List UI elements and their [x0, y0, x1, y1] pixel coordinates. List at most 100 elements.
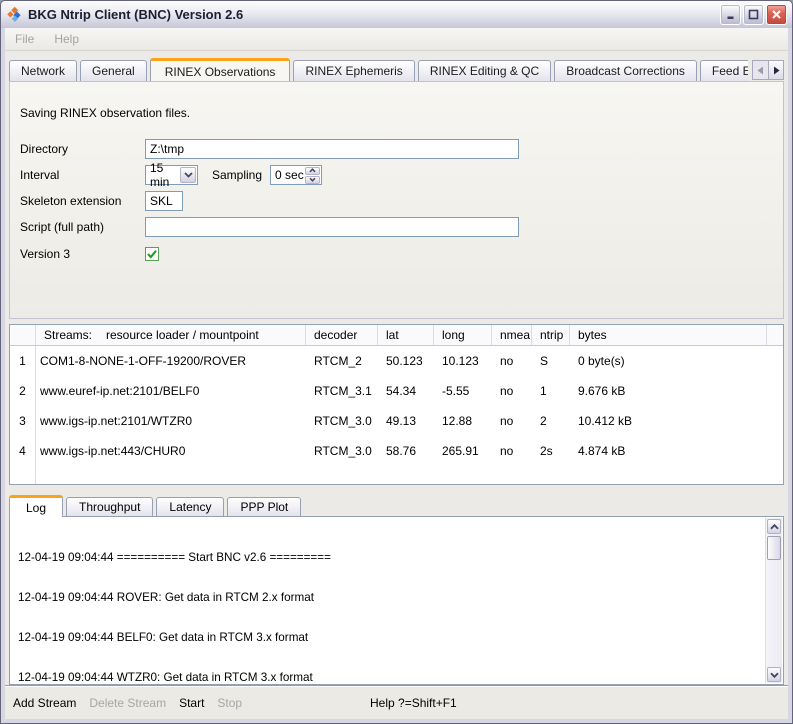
streams-table-header: Streams: resource loader / mountpoint de…	[10, 325, 783, 346]
tab-log[interactable]: Log	[9, 495, 63, 517]
cell-decoder: RTCM_3.0	[306, 436, 378, 466]
minimize-icon	[726, 10, 736, 20]
cell-ntrip: 2	[532, 406, 570, 436]
log-line: 12-04-19 09:04:44 ========== Start BNC v…	[18, 551, 757, 564]
stream-row-4[interactable]: 4 www.igs-ip.net:443/CHUR0 RTCM_3.0 58.7…	[10, 436, 783, 466]
header-mountpoint-label: resource loader / mountpoint	[106, 328, 259, 342]
scroll-down-button[interactable]	[767, 667, 781, 682]
directory-input[interactable]	[145, 139, 519, 159]
cell-long: 265.91	[434, 436, 492, 466]
add-stream-button[interactable]: Add Stream	[13, 696, 76, 710]
tab-broadcast-corrections[interactable]: Broadcast Corrections	[554, 60, 697, 81]
header-streams-label: Streams:	[44, 328, 92, 342]
cell-mountpoint: www.igs-ip.net:2101/WTZR0	[36, 406, 306, 436]
chevron-down-icon[interactable]	[180, 167, 196, 183]
sampling-value: 0 sec	[271, 168, 304, 182]
scrollbar-thumb[interactable]	[767, 536, 781, 560]
header-long: long	[434, 325, 492, 345]
tab-throughput[interactable]: Throughput	[66, 497, 153, 516]
cell-lat: 54.34	[378, 376, 434, 406]
script-path-label: Script (full path)	[20, 220, 145, 234]
close-button[interactable]	[766, 4, 787, 25]
chevron-down-icon	[770, 672, 779, 678]
cell-ntrip: 1	[532, 376, 570, 406]
tab-latency[interactable]: Latency	[156, 497, 224, 516]
stream-row-2[interactable]: 2 www.euref-ip.net:2101/BELF0 RTCM_3.1 5…	[10, 376, 783, 406]
tab-rinex-ephemeris[interactable]: RINEX Ephemeris	[293, 60, 414, 81]
title-bar[interactable]: BKG Ntrip Client (BNC) Version 2.6	[1, 1, 792, 28]
cell-bytes: 9.676 kB	[570, 376, 767, 406]
cell-long: -5.55	[434, 376, 492, 406]
cell-mountpoint: www.euref-ip.net:2101/BELF0	[36, 376, 306, 406]
cell-bytes: 10.412 kB	[570, 406, 767, 436]
spin-down-icon[interactable]	[305, 176, 320, 184]
log-tab-strip: Log Throughput Latency PPP Plot	[9, 496, 784, 516]
arrow-left-icon	[757, 66, 764, 75]
sampling-spinner[interactable]: 0 sec	[270, 165, 322, 185]
stream-row-3[interactable]: 3 www.igs-ip.net:2101/WTZR0 RTCM_3.0 49.…	[10, 406, 783, 436]
version3-label: Version 3	[20, 247, 145, 261]
maximize-icon	[748, 9, 759, 20]
cell-mountpoint: COM1-8-NONE-1-OFF-19200/ROVER	[36, 346, 306, 376]
help-shortcut-button[interactable]: Help ?=Shift+F1	[370, 696, 457, 710]
client-area: File Help Network General RINEX Observat…	[5, 28, 788, 719]
scroll-up-button[interactable]	[767, 519, 781, 534]
streams-table: Streams: resource loader / mountpoint de…	[9, 324, 784, 485]
header-lat: lat	[378, 325, 434, 345]
tab-rinex-editing-qc[interactable]: RINEX Editing & QC	[418, 60, 551, 81]
tabs-scroller: Network General RINEX Observations RINEX…	[9, 58, 748, 81]
cell-nmea: no	[492, 346, 532, 376]
tab-network[interactable]: Network	[9, 60, 77, 81]
log-line: 12-04-19 09:04:44 WTZR0: Get data in RTC…	[18, 671, 757, 684]
interval-label: Interval	[20, 168, 145, 182]
interval-select[interactable]: 15 min	[145, 165, 198, 185]
cell-mountpoint: www.igs-ip.net:443/CHUR0	[36, 436, 306, 466]
cell-lat: 58.76	[378, 436, 434, 466]
rinex-observations-pane: Saving RINEX observation files. Director…	[9, 81, 784, 319]
arrow-right-icon	[773, 66, 780, 75]
pane-description: Saving RINEX observation files.	[20, 106, 190, 120]
row-number: 2	[10, 376, 36, 406]
maximize-button[interactable]	[743, 4, 764, 25]
tab-scroll-right-button[interactable]	[768, 60, 784, 80]
minimize-button[interactable]	[720, 4, 741, 25]
skeleton-extension-input[interactable]	[145, 191, 183, 211]
version3-checkbox[interactable]	[145, 247, 159, 261]
cell-bytes: 0 byte(s)	[570, 346, 767, 376]
script-path-input[interactable]	[145, 217, 519, 237]
chevron-up-icon	[770, 524, 779, 530]
cell-nmea: no	[492, 436, 532, 466]
tab-ppp-plot[interactable]: PPP Plot	[227, 497, 301, 516]
tab-feed-engine[interactable]: Feed Engine	[700, 60, 748, 81]
app-icon	[7, 7, 23, 23]
menu-file[interactable]: File	[15, 32, 34, 46]
settings-tab-strip: Network General RINEX Observations RINEX…	[9, 58, 784, 81]
spin-up-icon[interactable]	[305, 167, 320, 175]
cell-decoder: RTCM_3.0	[306, 406, 378, 436]
stream-row-1[interactable]: 1 COM1-8-NONE-1-OFF-19200/ROVER RTCM_2 5…	[10, 346, 783, 376]
tab-rinex-observations[interactable]: RINEX Observations	[150, 58, 291, 81]
tab-scroll-left-button[interactable]	[752, 60, 768, 80]
cell-decoder: RTCM_3.1	[306, 376, 378, 406]
stop-button: Stop	[217, 696, 242, 710]
header-nmea: nmea	[492, 325, 532, 345]
cell-long: 12.88	[434, 406, 492, 436]
cell-nmea: no	[492, 406, 532, 436]
row-number: 1	[10, 346, 36, 376]
menu-help[interactable]: Help	[54, 32, 79, 46]
log-line: 12-04-19 09:04:44 BELF0: Get data in RTC…	[18, 631, 757, 644]
cell-ntrip: 2s	[532, 436, 570, 466]
window-title: BKG Ntrip Client (BNC) Version 2.6	[28, 7, 718, 22]
header-mountpoint: Streams: resource loader / mountpoint	[36, 325, 306, 345]
start-button[interactable]: Start	[179, 696, 204, 710]
tab-general[interactable]: General	[80, 60, 147, 81]
app-window: BKG Ntrip Client (BNC) Version 2.6 File …	[0, 0, 793, 724]
header-ntrip: ntrip	[532, 325, 570, 345]
checkmark-icon	[146, 248, 158, 260]
skeleton-extension-label: Skeleton extension	[20, 194, 145, 208]
close-icon	[771, 9, 782, 20]
log-scrollbar[interactable]	[765, 518, 782, 683]
header-decoder: decoder	[306, 325, 378, 345]
cell-decoder: RTCM_2	[306, 346, 378, 376]
menu-bar: File Help	[5, 28, 788, 51]
